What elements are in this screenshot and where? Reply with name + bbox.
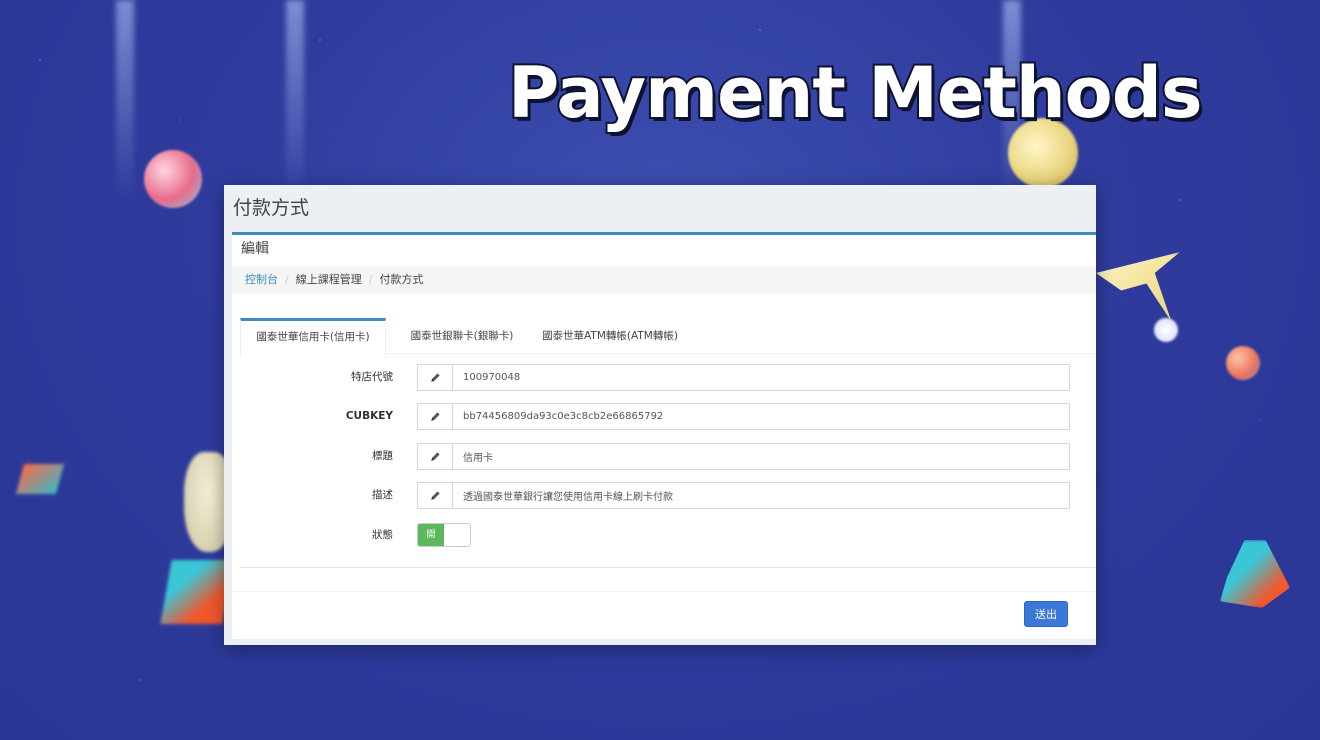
form-row-store-code: 特店代號 (240, 364, 1073, 391)
cubkey-field (417, 403, 1073, 430)
pencil-icon (418, 365, 453, 390)
form-row-title: 標題 (240, 443, 1073, 470)
edit-box: 編輯 控制台 / 線上課程管理 / 付款方式 國泰世華信用卡(信用卡) 國泰世銀聯卡(銀… (232, 232, 1096, 639)
breadcrumb-link-dashboard[interactable]: 控制台 (245, 273, 278, 286)
store-code-field (417, 364, 1073, 391)
status-toggle[interactable]: 開 (417, 523, 471, 547)
divider (240, 567, 1096, 568)
hero-title: Payment Methods (506, 50, 1205, 136)
box-title: 編輯 (241, 241, 269, 257)
pencil-icon (418, 444, 453, 469)
decor-shape (1220, 540, 1290, 608)
page-title: 付款方式 (233, 197, 310, 219)
description-input[interactable] (453, 483, 1073, 508)
title-label: 標題 (372, 450, 393, 462)
planet-orb (1154, 318, 1178, 342)
planet-orb (1226, 346, 1260, 380)
description-label: 描述 (372, 489, 393, 501)
status-label: 狀態 (372, 529, 393, 541)
tab-atm-transfer[interactable]: 國泰世華ATM轉帳(ATM轉帳) (534, 318, 686, 353)
breadcrumb: 控制台 / 線上課程管理 / 付款方式 (232, 266, 1096, 294)
decor-shape (160, 560, 234, 624)
payment-tabs: 國泰世華信用卡(信用卡) 國泰世銀聯卡(銀聯卡) 國泰世華ATM轉帳(ATM轉帳… (240, 318, 1096, 357)
form-row-cubkey: CUBKEY (240, 403, 1073, 430)
light-beam (116, 0, 134, 200)
admin-panel: 付款方式 編輯 控制台 / 線上課程管理 / 付款方式 國泰世華信用卡(信用卡) 國泰世… (224, 185, 1096, 645)
pencil-icon (418, 483, 453, 508)
divider (232, 591, 1096, 592)
description-field (417, 482, 1073, 509)
store-code-input[interactable] (453, 365, 1073, 390)
tab-union-pay[interactable]: 國泰世銀聯卡(銀聯卡) (392, 318, 532, 353)
breadcrumb-item: 線上課程管理 (295, 273, 362, 286)
cubkey-label: CUBKEY (345, 410, 393, 422)
title-input[interactable] (453, 444, 1073, 469)
form-row-status: 狀態 開 (240, 522, 1070, 549)
title-field (417, 443, 1073, 470)
planet-orb (144, 150, 202, 208)
pencil-icon (418, 404, 453, 429)
store-code-label: 特店代號 (351, 371, 393, 383)
cubkey-input[interactable] (453, 404, 1073, 429)
submit-button[interactable]: 送出 (1024, 601, 1068, 627)
decor-shape (1096, 252, 1180, 322)
light-beam (286, 0, 304, 200)
breadcrumb-current: 付款方式 (379, 273, 424, 286)
decor-shape (15, 464, 65, 494)
tab-credit-card[interactable]: 國泰世華信用卡(信用卡) (240, 318, 386, 357)
status-toggle-on: 開 (418, 524, 444, 546)
form-row-description: 描述 (240, 482, 1073, 509)
